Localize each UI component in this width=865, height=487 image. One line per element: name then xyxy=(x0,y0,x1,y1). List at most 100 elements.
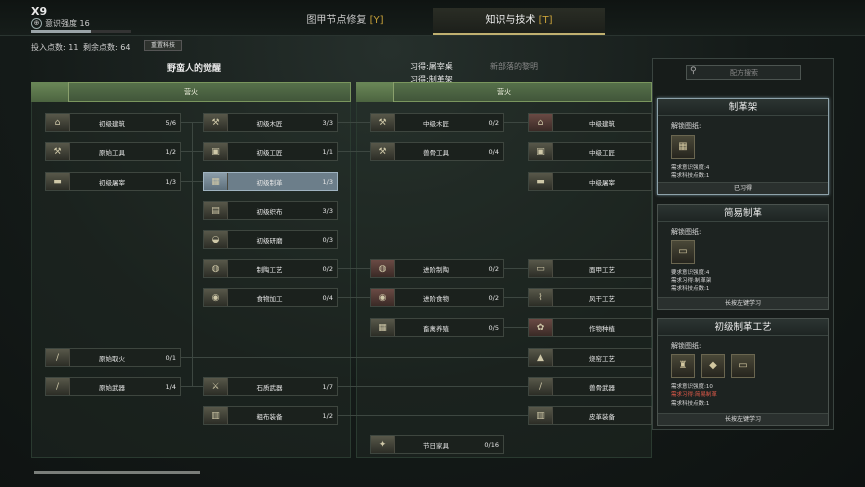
butcher-table-icon: ▬ xyxy=(529,173,553,190)
grindstone-icon: ◒ xyxy=(204,231,228,248)
tech-node-primitive-fire[interactable]: / 原始取火 0/1 xyxy=(45,348,181,367)
tech-node-basic-tanning[interactable]: ▦ 初级制革 1/3 xyxy=(203,172,338,191)
tech-node-kiln-craft[interactable]: ▲ 烧窑工艺 xyxy=(528,348,652,367)
node-name: 初级建筑 xyxy=(99,119,125,128)
node-count: 1/1 xyxy=(322,147,333,156)
era-title-left: 野蛮人的觉醒 xyxy=(167,64,222,74)
reset-tech-button[interactable]: 重置科技 xyxy=(144,40,182,51)
requirement-line: 要求意识强度:4 xyxy=(671,270,710,276)
connector-line xyxy=(338,415,528,416)
node-name: 进阶制陶 xyxy=(423,265,449,274)
tech-node-crop-planting[interactable]: ✿ 作物种植 xyxy=(528,318,652,337)
node-count: 0/2 xyxy=(322,264,333,273)
tab-knowledge-tech[interactable]: 知识与技术 [T] xyxy=(433,8,605,34)
requirement-line: 需求意识强度:4 xyxy=(671,165,710,171)
tech-node-intermediate-craftsman[interactable]: ▣ 中级工匠 xyxy=(528,142,652,161)
tanning-rack-icon: ▦ xyxy=(204,173,228,190)
node-count: 0/4 xyxy=(322,293,333,302)
saw-icon: ⚒ xyxy=(371,114,395,131)
node-count: 0/2 xyxy=(488,264,499,273)
player-level: X9 xyxy=(31,5,48,18)
recipe-card-simple-tanning[interactable]: 简易制革 解锁图纸: ▭ 要求意识强度:4 需求习得:制革架 需求科技点数:1 … xyxy=(657,204,829,310)
tab-armor-node-repair[interactable]: 图甲节点修复 [Y] xyxy=(270,8,420,34)
festival-icon: ✦ xyxy=(371,436,395,453)
connector-line xyxy=(192,122,193,387)
node-name: 中级工匠 xyxy=(589,148,615,157)
tech-node-advanced-food[interactable]: ◉ 进阶食物 0/2 xyxy=(370,288,504,307)
node-name: 初级屠宰 xyxy=(99,178,125,187)
node-count: 0/3 xyxy=(322,235,333,244)
node-name: 节日家具 xyxy=(423,441,449,450)
node-count: 0/5 xyxy=(488,323,499,332)
tech-node-air-drying[interactable]: ⌇ 风干工艺 xyxy=(528,288,652,307)
node-name: 皮革装备 xyxy=(589,412,615,421)
tech-node-festival-furniture[interactable]: ✦ 节日家具 0/16 xyxy=(370,435,504,454)
search-placeholder: 配方搜索 xyxy=(730,69,758,77)
tech-node-intermediate-carpentry[interactable]: ⚒ 中级木匠 0/2 xyxy=(370,113,504,132)
connector-line xyxy=(504,327,528,328)
hold-to-learn-button[interactable]: 长按左键学习 xyxy=(658,297,828,309)
leather-armor-icon: ▥ xyxy=(529,407,553,424)
tech-node-basic-grinding[interactable]: ◒ 初级研磨 0/3 xyxy=(203,230,338,249)
tab-label: 知识与技术 xyxy=(485,15,536,26)
tech-node-food-processing[interactable]: ◉ 食物加工 0/4 xyxy=(203,288,338,307)
tab-hotkey: [Y] xyxy=(369,15,384,26)
search-icon: ⚲ xyxy=(690,66,697,76)
node-count: 1/3 xyxy=(165,177,176,186)
tech-node-stone-weapons[interactable]: ⚔ 石质武器 1/7 xyxy=(203,377,338,396)
tech-node-primitive-tools[interactable]: ⚒ 原始工具 1/2 xyxy=(45,142,181,161)
node-name: 初级研磨 xyxy=(256,236,283,245)
tech-node-primitive-weapons[interactable]: / 原始武器 1/4 xyxy=(45,377,181,396)
tech-node-basic-building[interactable]: ⌂ 初级建筑 5/6 xyxy=(45,113,181,132)
building-icon: ⌂ xyxy=(529,114,553,131)
pot-icon: ◍ xyxy=(204,260,228,277)
node-count: 0/2 xyxy=(488,293,499,302)
tech-node-basic-butchery[interactable]: ▬ 初级屠宰 1/3 xyxy=(45,172,181,191)
tech-node-basic-weaving[interactable]: ▤ 初级织布 3/3 xyxy=(203,201,338,220)
tech-node-livestock[interactable]: ▦ 畜禽养殖 0/5 xyxy=(370,318,504,337)
tech-node-bone-weapons[interactable]: / 兽骨武器 xyxy=(528,377,652,396)
unlock-label: 解锁图纸: xyxy=(671,228,702,236)
kiln-icon: ▲ xyxy=(529,349,553,366)
tools-icon: ⚒ xyxy=(46,143,70,160)
animal-pen-icon: ▦ xyxy=(371,319,395,336)
recipe-card-basic-tanning-craft[interactable]: 初级制革工艺 解锁图纸: ♜ ◆ ▭ 需求意识强度:10 需求习得:简易制革 需… xyxy=(657,318,829,426)
connector-line xyxy=(504,268,528,269)
tech-node-mask-craft[interactable]: ▭ 面甲工艺 xyxy=(528,259,652,278)
node-count: 1/4 xyxy=(165,382,176,391)
node-name: 石质武器 xyxy=(256,383,283,392)
requirement-line-unmet: 需求习得:简易制革 xyxy=(671,392,717,398)
node-name: 初级制革 xyxy=(256,178,283,187)
tech-node-cloth-gear[interactable]: ▥ 粗布装备 1/2 xyxy=(203,406,338,425)
requirement-line: 需求意识强度:10 xyxy=(671,384,713,390)
tech-node-basic-carpentry[interactable]: ⚒ 初级木匠 3/3 xyxy=(203,113,338,132)
connector-line xyxy=(504,297,528,298)
building-icon: ⌂ xyxy=(46,114,70,131)
connector-line xyxy=(338,151,370,152)
tech-node-basic-craftsman[interactable]: ▣ 初级工匠 1/1 xyxy=(203,142,338,161)
tech-node-advanced-pottery[interactable]: ◍ 进阶制陶 0/2 xyxy=(370,259,504,278)
node-count: 0/16 xyxy=(484,440,499,449)
tech-node-bone-tools[interactable]: ⚒ 兽骨工具 0/4 xyxy=(370,142,504,161)
node-name: 作物种植 xyxy=(589,324,615,333)
tech-node-intermediate-butchery[interactable]: ▬ 中级屠宰 xyxy=(528,172,652,191)
tech-node-leather-gear[interactable]: ▥ 皮革装备 xyxy=(528,406,652,425)
mask-icon: ▭ xyxy=(529,260,553,277)
node-count: 1/3 xyxy=(322,177,333,186)
tech-node-pottery[interactable]: ◍ 制陶工艺 0/2 xyxy=(203,259,338,278)
crop-icon: ✿ xyxy=(529,319,553,336)
pot-icon: ◍ xyxy=(371,260,395,277)
node-name: 食物加工 xyxy=(256,294,283,303)
node-name: 畜禽养殖 xyxy=(423,324,449,333)
node-count: 3/3 xyxy=(322,206,333,215)
node-name: 中级建筑 xyxy=(589,119,615,128)
node-name: 原始武器 xyxy=(99,383,125,392)
learned-status: 已习得 xyxy=(658,182,828,194)
remaining-points: 剩余点数: 64 xyxy=(83,43,131,52)
node-name: 风干工艺 xyxy=(589,294,615,303)
requirement-line: 需求科技点数:1 xyxy=(671,173,710,179)
tech-node-intermediate-building[interactable]: ⌂ 中级建筑 xyxy=(528,113,652,132)
horizontal-scrollbar[interactable] xyxy=(34,471,200,474)
hold-to-learn-button[interactable]: 长按左键学习 xyxy=(658,413,828,425)
recipe-card-tanning-rack[interactable]: 制革架 解锁图纸: ▦ 需求意识强度:4 需求科技点数:1 已习得 xyxy=(657,98,829,195)
